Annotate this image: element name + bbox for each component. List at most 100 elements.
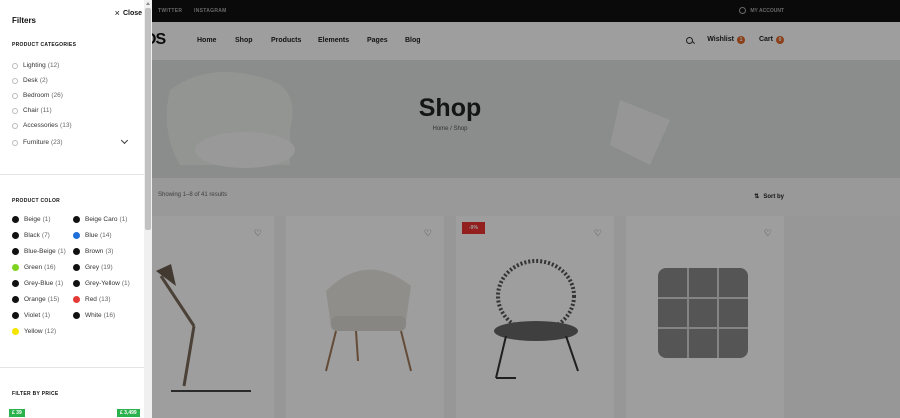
category-label: Accessories: [23, 122, 59, 129]
color-swatch-icon: [12, 232, 19, 239]
color-count: (13): [98, 296, 111, 303]
color-label: Beige Caro: [85, 216, 118, 223]
chevron-down-icon[interactable]: [120, 136, 129, 145]
radio-icon: [12, 92, 18, 99]
color-count: (3): [105, 248, 114, 255]
color-count: (7): [41, 232, 50, 239]
price-min-tag: £ 39: [9, 409, 25, 417]
category-count: (23): [51, 139, 63, 146]
color-swatch-icon: [12, 264, 19, 271]
color-label: Green: [24, 264, 43, 271]
color-label: Yellow: [24, 328, 43, 335]
color-swatch-icon: [73, 248, 80, 255]
category-count: (2): [39, 77, 48, 84]
color-label: Blue: [85, 232, 99, 239]
category-item-desk[interactable]: Desk (2): [12, 77, 48, 84]
color-count: (1): [119, 216, 128, 223]
color-filter-item[interactable]: Beige (1): [12, 216, 51, 223]
color-filter-item[interactable]: Brown (3): [73, 248, 113, 255]
color-label: White: [85, 312, 102, 319]
section-divider: [0, 174, 144, 175]
color-count: (16): [44, 264, 56, 271]
product-categories-title: PRODUCT CATEGORIES: [12, 42, 77, 48]
radio-icon: [12, 139, 18, 146]
color-count: (15): [47, 296, 60, 303]
category-count: (13): [60, 122, 72, 129]
color-filter-item[interactable]: Beige Caro (1): [73, 216, 127, 223]
color-swatch-icon: [73, 280, 80, 287]
color-count: (1): [55, 280, 64, 287]
color-filter-item[interactable]: Black (7): [12, 232, 50, 239]
color-filter-item[interactable]: Grey-Blue (1): [12, 280, 63, 287]
color-filter-item[interactable]: Grey (19): [73, 264, 113, 271]
color-filter-item[interactable]: Violet (1): [12, 312, 50, 319]
section-divider: [0, 367, 144, 368]
radio-icon: [12, 77, 18, 84]
color-label: Grey: [85, 264, 100, 271]
color-label: Beige: [24, 216, 41, 223]
color-swatch-icon: [12, 280, 19, 287]
filter-by-price-title: FILTER BY PRICE: [12, 391, 59, 397]
category-item-accessories[interactable]: Accessories (13): [12, 122, 72, 129]
price-max-tag: £ 3,499: [117, 409, 140, 417]
drawer-scrollbar[interactable]: [144, 0, 152, 418]
color-filter-item[interactable]: Blue (14): [73, 232, 112, 239]
close-icon: ×: [114, 8, 120, 18]
scroll-up-arrow-icon[interactable]: [146, 2, 150, 5]
color-count: (1): [121, 280, 130, 287]
category-item-lighting[interactable]: Lighting (12): [12, 62, 59, 69]
color-label: Blue-Beige: [24, 248, 56, 255]
category-label: Lighting: [23, 62, 46, 69]
category-item-chair[interactable]: Chair (11): [12, 107, 52, 114]
close-button[interactable]: × Close: [114, 8, 142, 18]
color-count: (12): [44, 328, 57, 335]
color-swatch-icon: [73, 296, 80, 303]
color-label: Orange: [24, 296, 46, 303]
color-swatch-icon: [12, 216, 19, 223]
color-label: Grey-Yellow: [85, 280, 120, 287]
color-swatch-icon: [12, 248, 19, 255]
color-filter-item[interactable]: Red (13): [73, 296, 111, 303]
color-label: Black: [24, 232, 40, 239]
color-count: (19): [101, 264, 113, 271]
category-count: (12): [47, 62, 60, 69]
color-swatch-icon: [73, 216, 80, 223]
color-filter-item[interactable]: Green (16): [12, 264, 56, 271]
category-count: (26): [51, 92, 63, 99]
color-swatch-icon: [73, 264, 80, 271]
color-label: Grey-Blue: [24, 280, 54, 287]
color-filter-item[interactable]: Grey-Yellow (1): [73, 280, 130, 287]
category-item-bedroom[interactable]: Bedroom (26): [12, 92, 63, 99]
filters-drawer: Filters × Close PRODUCT CATEGORIES Light…: [0, 0, 152, 418]
scrollbar-thumb[interactable]: [145, 8, 151, 230]
color-count: (16): [103, 312, 116, 319]
category-label: Furniture: [23, 139, 50, 146]
category-label: Desk: [23, 77, 38, 84]
color-count: (1): [42, 312, 51, 319]
color-count: (1): [57, 248, 66, 255]
color-swatch-icon: [73, 312, 80, 319]
color-filter-item[interactable]: Orange (15): [12, 296, 59, 303]
color-filter-item[interactable]: Yellow (12): [12, 328, 56, 335]
radio-icon: [12, 122, 18, 129]
close-label: Close: [122, 10, 142, 17]
color-label: Brown: [85, 248, 104, 255]
color-label: Red: [85, 296, 97, 303]
color-swatch-icon: [73, 232, 80, 239]
color-swatch-icon: [12, 328, 19, 335]
radio-icon: [12, 107, 18, 114]
color-count: (1): [42, 216, 51, 223]
color-label: Violet: [24, 312, 41, 319]
color-swatch-icon: [12, 296, 19, 303]
category-label: Chair: [23, 107, 39, 114]
product-color-title: PRODUCT COLOR: [12, 198, 61, 204]
category-count: (11): [40, 107, 52, 114]
color-filter-item[interactable]: Blue-Beige (1): [12, 248, 66, 255]
color-count: (14): [100, 232, 112, 239]
category-item-furniture[interactable]: Furniture (23): [12, 139, 63, 146]
category-label: Bedroom: [23, 92, 50, 99]
radio-icon: [12, 62, 18, 69]
color-filter-item[interactable]: White (16): [73, 312, 115, 319]
color-swatch-icon: [12, 312, 19, 319]
filters-title: Filters: [12, 16, 37, 25]
